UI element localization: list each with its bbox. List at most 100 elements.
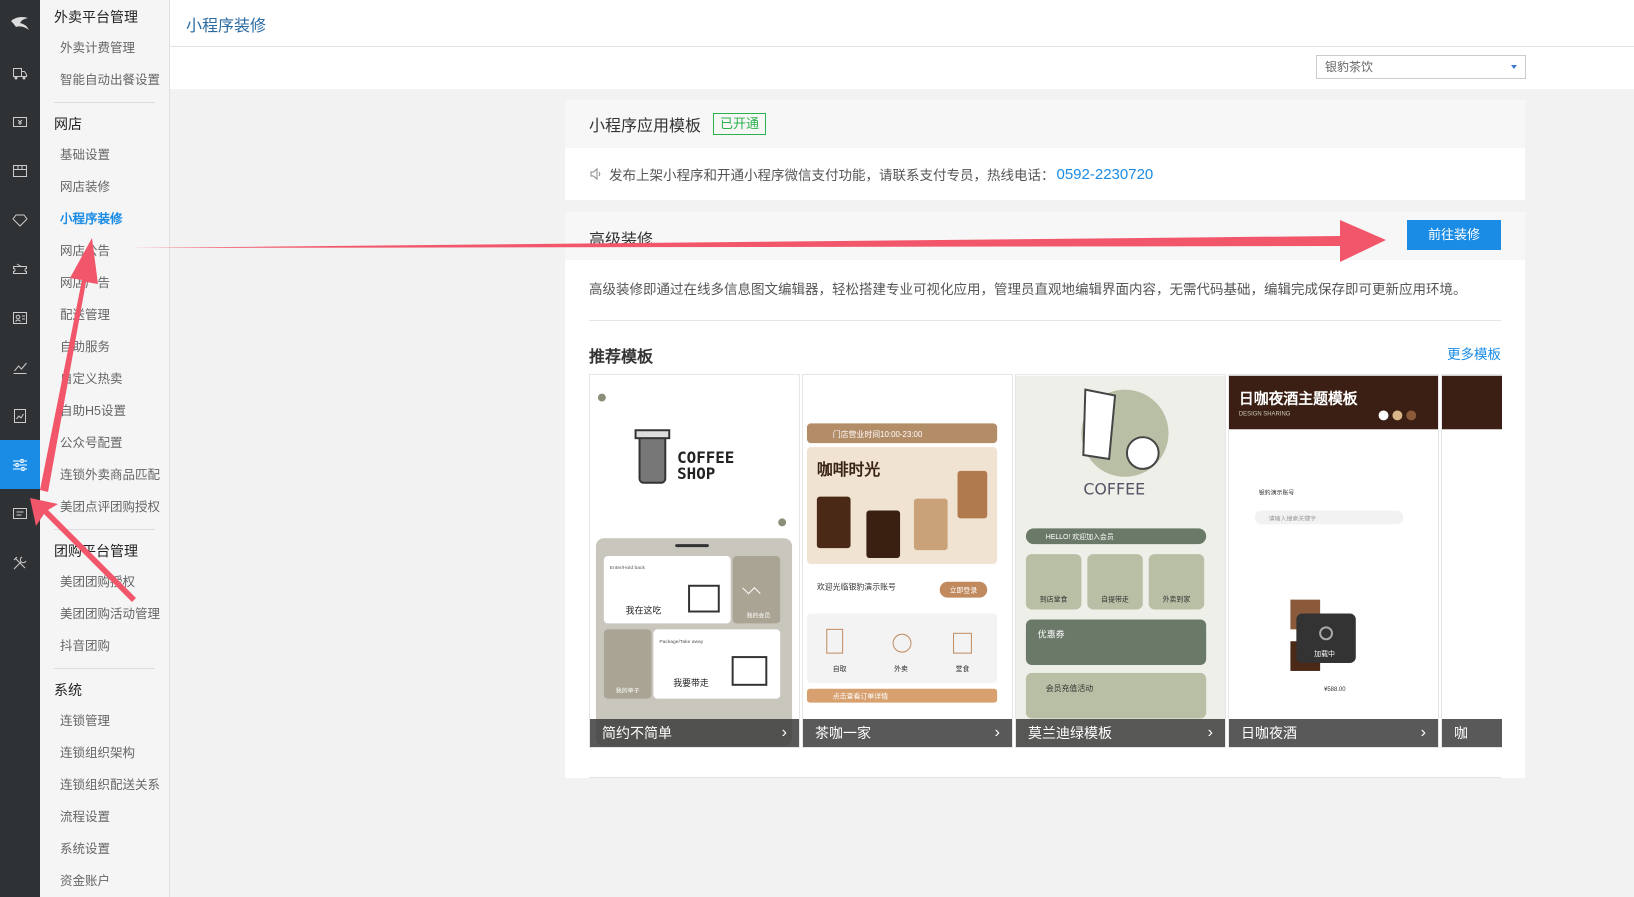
tile-dine-in: 到店堂食 bbox=[1040, 595, 1068, 604]
sidebar-item-basic-settings[interactable]: 基础设置 bbox=[40, 139, 169, 171]
template-preview-partial bbox=[1442, 375, 1502, 430]
price-text: ¥588.00 bbox=[1324, 687, 1346, 693]
order-label: 我的单子 bbox=[616, 687, 640, 695]
sidebar-item-shop-notice[interactable]: 网店公告 bbox=[40, 235, 169, 267]
divider bbox=[589, 777, 1501, 778]
template-panel-title: 小程序应用模板 bbox=[589, 118, 702, 135]
template-name: 茶咖一家 › bbox=[803, 719, 1012, 747]
demo-account: 银豹演示账号 bbox=[1259, 489, 1295, 497]
shop-select-value: 银豹茶饮 bbox=[1325, 60, 1374, 74]
dine-in-label: 我在这吃 bbox=[626, 604, 662, 615]
template-name: 咖 bbox=[1442, 719, 1502, 747]
template-card-simple[interactable]: COFFEE SHOP Enter/Hold back 我在这吃 我的会员 Pa… bbox=[589, 374, 800, 748]
dine-in-en: Enter/Hold back bbox=[610, 565, 646, 571]
sidebar-divider bbox=[54, 102, 155, 103]
advanced-panel-title: 高级装修 bbox=[589, 232, 654, 249]
sidebar-group-title: 外卖平台管理 bbox=[54, 9, 138, 25]
notice-text: 发布上架小程序和开通小程序微信支付功能，请联系支付专员，热线电话： bbox=[609, 168, 1055, 183]
coupon-label: 优惠券 bbox=[1038, 628, 1065, 639]
chevron-right-icon: › bbox=[1207, 724, 1213, 741]
morandi-hello: HELLO! 欢迎加入会员 bbox=[1046, 532, 1114, 541]
logo-icon[interactable] bbox=[0, 0, 40, 48]
template-card-morandi[interactable]: COFFEE HELLO! 欢迎加入会员 到店堂食 自提带走 外卖到家 优惠券 … bbox=[1015, 374, 1226, 748]
hotline-phone: 0592-2230720 bbox=[1056, 165, 1154, 183]
sidebar-item-chain-delivery-relation[interactable]: 连锁组织配送关系 bbox=[40, 769, 169, 801]
banner-title: 咖啡时光 bbox=[817, 460, 880, 479]
sidebar-item-douyin-group[interactable]: 抖音团购 bbox=[40, 630, 169, 662]
tab-pickup: 自取 bbox=[833, 664, 847, 673]
sidebar-divider bbox=[54, 668, 155, 669]
sidebar-item-delivery[interactable]: 配送管理 bbox=[40, 299, 169, 331]
go-decorate-button[interactable]: 前往装修 bbox=[1407, 220, 1501, 250]
advanced-panel-header: 高级装修 前往装修 bbox=[565, 212, 1525, 260]
template-carousel: COFFEE SHOP Enter/Hold back 我在这吃 我的会员 Pa… bbox=[589, 374, 1502, 748]
coffee-shop-logo-line2: SHOP bbox=[677, 464, 715, 483]
sidebar-item-meituan-review-auth[interactable]: 美团点评团购授权 bbox=[40, 491, 169, 523]
sidebar-group-title: 团购平台管理 bbox=[54, 543, 138, 559]
sidebar-item-chain-management[interactable]: 连锁管理 bbox=[40, 705, 169, 737]
template-preview-day-night: 日咖夜酒主题模板 DESIGN SHARING 银豹演示账号 请输入搜索关键字 … bbox=[1229, 375, 1438, 693]
notice-row: 发布上架小程序和开通小程序微信支付功能，请联系支付专员，热线电话： 0592-2… bbox=[565, 148, 1525, 200]
sidebar-item-h5-settings[interactable]: 自助H5设置 bbox=[40, 395, 169, 427]
sidebar-item-custom-hot[interactable]: 自定义热卖 bbox=[40, 363, 169, 395]
template-card-partial[interactable]: 咖 bbox=[1441, 374, 1502, 748]
template-panel-header: 小程序应用模板 已开通 bbox=[565, 100, 1525, 148]
chart-icon[interactable] bbox=[0, 342, 40, 391]
template-preview-coffee-shop: COFFEE SHOP Enter/Hold back 我在这吃 我的会员 Pa… bbox=[595, 393, 793, 747]
sidebar-item-chain-goods-match[interactable]: 连锁外卖商品匹配 bbox=[40, 459, 169, 491]
welcome-text: 欢迎光临银豹演示账号 bbox=[817, 582, 896, 592]
member-label: 我的会员 bbox=[747, 611, 771, 619]
tile-delivery: 外卖到家 bbox=[1163, 595, 1191, 604]
recommend-header: 推荐模板 更多模板 bbox=[565, 321, 1525, 381]
message-icon[interactable] bbox=[0, 489, 40, 538]
loading-text: 加载中 bbox=[1314, 649, 1335, 658]
sidebar-item-official-account[interactable]: 公众号配置 bbox=[40, 427, 169, 459]
sidebar-item-chain-org[interactable]: 连锁组织架构 bbox=[40, 737, 169, 769]
takeout-en: Package/Take away bbox=[659, 639, 703, 645]
sidebar-item-takeaway-fee[interactable]: 外卖计费管理 bbox=[40, 32, 169, 64]
recharge-label: 会员充值活动 bbox=[1046, 683, 1094, 693]
sidebar-divider bbox=[54, 529, 155, 530]
report-icon[interactable] bbox=[0, 391, 40, 440]
cashier-icon[interactable] bbox=[0, 97, 40, 146]
morandi-brand: COFFEE bbox=[1083, 480, 1145, 499]
advanced-description: 高级装修即通过在线多信息图文编辑器，轻松搭建专业可视化应用，管理员直观地编辑界面… bbox=[589, 282, 1467, 297]
chevron-right-icon: › bbox=[1420, 724, 1426, 741]
sidebar-item-system-settings[interactable]: 系统设置 bbox=[40, 833, 169, 865]
more-templates-link[interactable]: 更多模板 bbox=[1447, 343, 1501, 363]
sidebar-item-meituan-group-auth[interactable]: 美团团购授权 bbox=[40, 566, 169, 598]
top-header: 小程序装修 bbox=[170, 0, 1634, 47]
chevron-down-icon bbox=[1511, 65, 1517, 69]
template-card-tea-coffee[interactable]: 门店营业时间10:00-23:00 咖啡时光 欢迎光临银豹演示账号 立即登录 自… bbox=[802, 374, 1013, 748]
chevron-right-icon: › bbox=[781, 724, 787, 741]
diamond-icon[interactable] bbox=[0, 195, 40, 244]
order-link: 点击查看订单详情 bbox=[833, 692, 888, 701]
sidebar: 外卖平台管理 外卖计费管理 智能自动出餐设置 网店 基础设置 网店装修 小程序装… bbox=[40, 0, 170, 897]
sidebar-item-flow-settings[interactable]: 流程设置 bbox=[40, 801, 169, 833]
truck-icon[interactable] bbox=[0, 48, 40, 97]
recommend-title: 推荐模板 bbox=[589, 349, 654, 366]
sidebar-item-shop-ads[interactable]: 网店广告 bbox=[40, 267, 169, 299]
shop-select[interactable]: 银豹茶饮 bbox=[1316, 55, 1526, 79]
sidebar-item-shop-decoration[interactable]: 网店装修 bbox=[40, 171, 169, 203]
template-panel: 小程序应用模板 已开通 发布上架小程序和开通小程序微信支付功能，请联系支付专员，… bbox=[565, 100, 1525, 200]
takeout-label: 我要带走 bbox=[673, 678, 709, 688]
sidebar-item-miniprogram-decoration[interactable]: 小程序装修 bbox=[40, 203, 169, 235]
sidebar-item-self-service[interactable]: 自助服务 bbox=[40, 331, 169, 363]
template-name: 莫兰迪绿模板 › bbox=[1016, 719, 1225, 747]
page-title: 小程序装修 bbox=[186, 18, 267, 35]
member-card-icon[interactable] bbox=[0, 293, 40, 342]
settings-sliders-icon[interactable] bbox=[0, 440, 40, 489]
sidebar-item-fund-account[interactable]: 资金账户 bbox=[40, 865, 169, 897]
template-card-day-night[interactable]: 日咖夜酒主题模板 DESIGN SHARING 银豹演示账号 请输入搜索关键字 … bbox=[1228, 374, 1439, 748]
login-button-text: 立即登录 bbox=[950, 586, 978, 595]
tools-icon[interactable] bbox=[0, 538, 40, 587]
sidebar-item-auto-serve[interactable]: 智能自动出餐设置 bbox=[40, 64, 169, 96]
shop-bar: 银豹茶饮 bbox=[170, 47, 1634, 89]
sidebar-item-meituan-group-activity[interactable]: 美团团购活动管理 bbox=[40, 598, 169, 630]
box-icon[interactable] bbox=[0, 146, 40, 195]
template-preview-morandi: COFFEE HELLO! 欢迎加入会员 到店堂食 自提带走 外卖到家 优惠券 … bbox=[1016, 375, 1225, 747]
icon-rail bbox=[0, 0, 40, 897]
coupon-icon[interactable] bbox=[0, 244, 40, 293]
advanced-panel: 高级装修 前往装修 高级装修即通过在线多信息图文编辑器，轻松搭建专业可视化应用，… bbox=[565, 212, 1525, 778]
